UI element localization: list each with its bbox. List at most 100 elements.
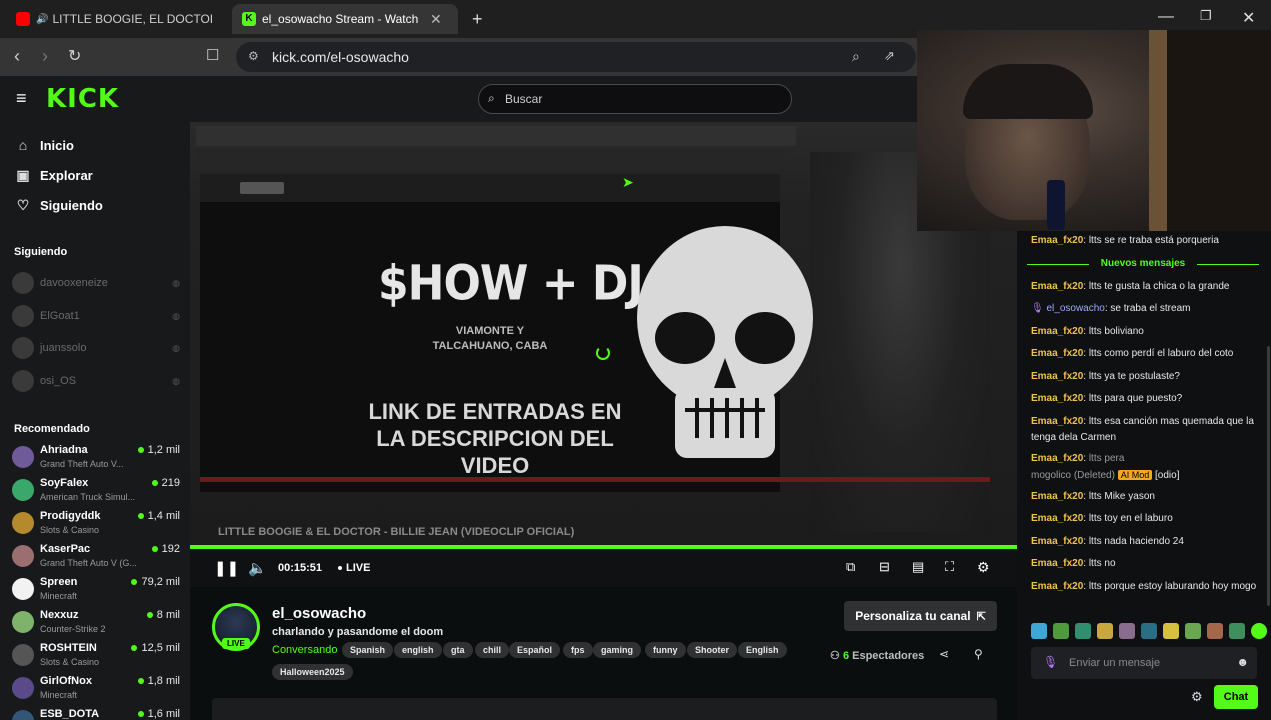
chat-username[interactable]: Emaa_fx20: [1031, 453, 1083, 464]
zoom-icon[interactable]: ⌕: [852, 48, 860, 65]
channel-name: ROSHTEIN: [40, 642, 97, 654]
tag[interactable]: english: [394, 642, 442, 658]
chat-text: ltts nada haciendo 24: [1088, 536, 1184, 547]
chat-input[interactable]: 🎙 Enviar un mensaje ☻: [1031, 647, 1257, 679]
close-window-icon[interactable]: ✕: [1242, 8, 1255, 28]
recommended-channel[interactable]: KaserPac Grand Theft Auto V (G... 192: [12, 543, 180, 573]
clip-icon[interactable]: ⧉: [846, 559, 855, 575]
captured-youtube-header: [200, 174, 780, 202]
tag[interactable]: Español: [509, 642, 561, 658]
sidebar-item-siguiendo[interactable]: ♡ Siguiendo: [14, 197, 103, 214]
viewer-number: 1,2 mil: [147, 444, 180, 456]
tag[interactable]: gaming: [593, 642, 642, 658]
kick-logo[interactable]: KICK: [46, 84, 119, 114]
recommended-channel[interactable]: Ahriadna Grand Theft Auto V... 1,2 mil: [12, 444, 180, 474]
recommended-channel[interactable]: ESB_DOTA 1,6 mil: [12, 708, 180, 720]
tag[interactable]: funny: [645, 642, 686, 658]
emote-icon[interactable]: [1207, 623, 1223, 639]
bookmark-icon[interactable]: ☐: [206, 46, 219, 64]
tag[interactable]: fps: [563, 642, 593, 658]
sidebar-item-inicio[interactable]: ⌂ Inicio: [14, 137, 74, 153]
settings-icon[interactable]: ⚙: [977, 559, 990, 576]
browser-tab[interactable]: 🔊 LITTLE BOOGIE, EL DOCTOR & TU: [6, 4, 228, 34]
emote-icon[interactable]: [1185, 623, 1201, 639]
chat-scrollbar[interactable]: [1267, 346, 1270, 606]
recommended-channel[interactable]: Nexxuz Counter-Strike 2 8 mil: [12, 609, 180, 639]
theater-mode-icon[interactable]: ▤: [912, 559, 924, 575]
url-field[interactable]: ⚙ kick.com/el-osowacho ⌕ ⇗: [236, 42, 916, 72]
tag[interactable]: chill: [475, 642, 510, 658]
tag[interactable]: English: [738, 642, 787, 658]
emote-icon[interactable]: [1141, 623, 1157, 639]
close-tab-icon[interactable]: ✕: [430, 11, 442, 28]
site-info-icon[interactable]: ⚙: [248, 49, 259, 63]
chat-settings-icon[interactable]: ⚙: [1191, 689, 1203, 705]
live-badge: LIVE: [222, 638, 250, 649]
stream-category[interactable]: Conversando: [272, 644, 337, 656]
chat-username[interactable]: Emaa_fx20: [1031, 558, 1083, 569]
reload-icon[interactable]: ↻: [68, 46, 81, 66]
followed-channel[interactable]: juanssolo ◍: [12, 337, 180, 359]
volume-icon[interactable]: 🔈: [248, 559, 267, 577]
chat-username[interactable]: Emaa_fx20: [1031, 371, 1083, 382]
emote-icon[interactable]: [1229, 623, 1245, 639]
emote-icon[interactable]: [1251, 623, 1267, 639]
new-tab-button[interactable]: +: [462, 4, 492, 34]
emote-icon[interactable]: [1163, 623, 1179, 639]
menu-icon[interactable]: ≡: [16, 88, 27, 109]
channel-name: juanssolo: [40, 342, 87, 354]
followed-channel[interactable]: osi_OS ◍: [12, 370, 180, 392]
emote-icon[interactable]: [1031, 623, 1047, 639]
user-options-icon[interactable]: ⚲: [974, 647, 983, 661]
search-input[interactable]: ⌕ Buscar: [478, 84, 792, 114]
emote-icon[interactable]: [1075, 623, 1091, 639]
mini-player-icon[interactable]: ⊟: [879, 559, 890, 575]
recommended-channel[interactable]: SoyFalex American Truck Simul... 219: [12, 477, 180, 507]
tag[interactable]: gta: [443, 642, 473, 658]
emote-icon[interactable]: [1119, 623, 1135, 639]
avatar: [12, 272, 34, 294]
emoji-icon[interactable]: ☻: [1236, 655, 1249, 669]
chat-username[interactable]: Emaa_fx20: [1031, 393, 1083, 404]
chat-username[interactable]: Emaa_fx20: [1031, 491, 1083, 502]
followed-channel[interactable]: ElGoat1 ◍: [12, 305, 180, 327]
chat-username[interactable]: el_osowacho: [1046, 303, 1104, 314]
recommended-channel[interactable]: Prodigyddk Slots & Casino 1,4 mil: [12, 510, 180, 540]
chat-username[interactable]: Emaa_fx20: [1031, 235, 1083, 246]
recommended-channel[interactable]: ROSHTEIN Slots & Casino 12,5 mil: [12, 642, 180, 672]
chat-username[interactable]: Emaa_fx20: [1031, 513, 1083, 524]
pause-icon[interactable]: ❚❚: [214, 559, 239, 577]
chat-send-button[interactable]: Chat: [1214, 685, 1258, 709]
fullscreen-icon[interactable]: ⛶: [945, 559, 954, 575]
tag[interactable]: Spanish: [342, 642, 394, 658]
browser-tab-active[interactable]: K el_osowacho Stream - Watch Live ✕: [232, 4, 458, 34]
channel-name: Spreen: [40, 576, 78, 588]
sidebar-item-explorar[interactable]: ▣ Explorar: [14, 167, 92, 184]
tag[interactable]: Shooter: [687, 642, 738, 658]
customize-channel-button[interactable]: Personaliza tu canal ⇱: [844, 601, 997, 631]
video-player[interactable]: $HOW + DJ SET VIAMONTE Y TALCAHUANO, CAB…: [190, 122, 1017, 587]
recommended-channel[interactable]: GirlOfNox Minecraft 1,8 mil: [12, 675, 180, 705]
chat-username[interactable]: Emaa_fx20: [1031, 416, 1083, 427]
chat-username[interactable]: Emaa_fx20: [1031, 348, 1083, 359]
live-dot-icon: [131, 645, 138, 652]
stream-video[interactable]: $HOW + DJ SET VIAMONTE Y TALCAHUANO, CAB…: [190, 122, 1017, 547]
chat-message: Emaa_fx20: ltts nada haciendo 24: [1031, 536, 1184, 547]
share-icon[interactable]: ⇗: [884, 48, 895, 64]
back-icon[interactable]: ‹: [14, 46, 20, 67]
chat-username[interactable]: Emaa_fx20: [1031, 536, 1083, 547]
chat-username[interactable]: Emaa_fx20: [1031, 326, 1083, 337]
emote-icon[interactable]: [1097, 623, 1113, 639]
emote-icon[interactable]: [1053, 623, 1069, 639]
followed-channel[interactable]: davooxeneize ◍: [12, 272, 180, 294]
minimize-icon[interactable]: —: [1158, 8, 1174, 26]
chat-username[interactable]: Emaa_fx20: [1031, 581, 1083, 592]
forward-icon[interactable]: ›: [42, 46, 48, 67]
recommended-channel[interactable]: Spreen Minecraft 79,2 mil: [12, 576, 180, 606]
chat-username[interactable]: Emaa_fx20: [1031, 281, 1083, 292]
share-icon[interactable]: ⋖: [939, 647, 949, 661]
sidebar-item-label: Inicio: [40, 137, 74, 153]
channel-name[interactable]: el_osowacho: [272, 605, 366, 622]
restore-icon[interactable]: ❐: [1200, 8, 1212, 24]
tag[interactable]: Halloween2025: [272, 664, 353, 680]
